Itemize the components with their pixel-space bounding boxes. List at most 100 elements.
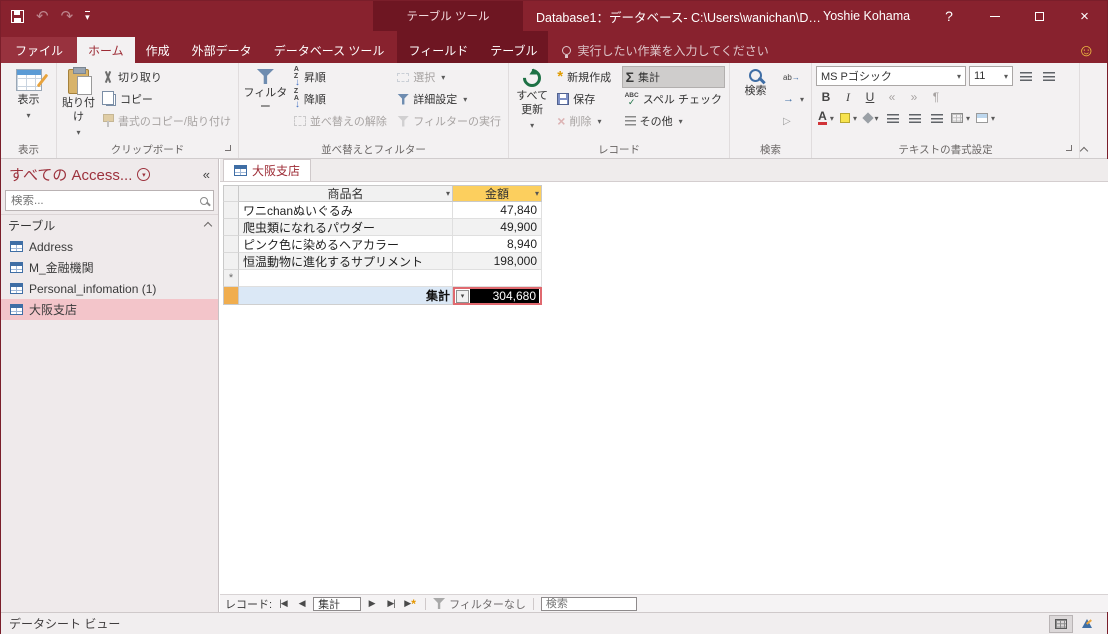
text-direction-button[interactable]: ¶ bbox=[926, 87, 946, 107]
nav-group-tables[interactable]: テーブル bbox=[1, 214, 218, 236]
cell-name[interactable]: 恒温動物に進化するサプリメント bbox=[239, 253, 453, 270]
align-left-button[interactable] bbox=[883, 108, 903, 128]
background-color-button[interactable] bbox=[861, 108, 881, 128]
advanced-filter-button[interactable]: 詳細設定 bbox=[394, 88, 504, 110]
tab-table[interactable]: テーブル bbox=[479, 37, 548, 63]
copy-button[interactable]: コピー bbox=[99, 88, 234, 110]
record-search-input[interactable] bbox=[545, 597, 632, 610]
new-record-button[interactable]: * 新規作成 bbox=[554, 66, 618, 88]
new-blank-record-button[interactable]: * bbox=[402, 596, 418, 612]
cell-amount[interactable]: 49,900 bbox=[453, 219, 542, 236]
align-center-button[interactable] bbox=[905, 108, 925, 128]
nav-search-box[interactable] bbox=[5, 190, 214, 211]
spelling-button[interactable]: ABC スペル チェック bbox=[622, 88, 725, 110]
tab-file[interactable]: ファイル bbox=[1, 37, 78, 63]
sort-ascending-button[interactable]: AZ 昇順 bbox=[291, 66, 391, 88]
nav-pane-title[interactable]: すべての Access... bbox=[9, 164, 132, 185]
save-record-button[interactable]: 保存 bbox=[554, 88, 618, 110]
maximize-button[interactable] bbox=[1017, 1, 1062, 31]
font-name-combo[interactable]: MS Pゴシック bbox=[816, 66, 966, 86]
record-selector[interactable] bbox=[223, 236, 239, 253]
column-header-name[interactable]: 商品名 ▾ bbox=[239, 185, 453, 202]
italic-button[interactable]: I bbox=[838, 87, 858, 107]
delete-record-button[interactable]: × 削除 bbox=[554, 110, 618, 132]
nav-pane-menu-icon[interactable]: ▾ bbox=[137, 168, 151, 181]
refresh-all-button[interactable]: すべて 更新 bbox=[513, 65, 551, 138]
close-button[interactable]: × bbox=[1062, 1, 1107, 31]
find-button[interactable]: 検索 bbox=[734, 66, 777, 138]
font-size-dropdown-icon[interactable] bbox=[998, 70, 1008, 82]
bold-button[interactable]: B bbox=[816, 87, 836, 107]
cell-amount[interactable]: 47,840 bbox=[453, 202, 542, 219]
tab-fields[interactable]: フィールド bbox=[397, 37, 479, 63]
last-record-button[interactable] bbox=[383, 596, 399, 612]
highlight-color-button[interactable] bbox=[838, 108, 859, 128]
sort-descending-button[interactable]: ZA 降順 bbox=[291, 88, 391, 110]
bullets-button[interactable] bbox=[1016, 66, 1036, 86]
cut-button[interactable]: 切り取り bbox=[99, 66, 234, 88]
gridlines-button[interactable] bbox=[949, 108, 972, 128]
save-icon[interactable] bbox=[11, 9, 24, 23]
select-button[interactable] bbox=[780, 110, 807, 132]
cell-name-empty[interactable] bbox=[239, 270, 453, 287]
goto-button[interactable] bbox=[780, 88, 807, 110]
totals-aggregate-dropdown-icon[interactable]: ▾ bbox=[456, 289, 469, 303]
font-size-combo[interactable]: 11 bbox=[969, 66, 1013, 86]
totals-value[interactable]: 304,680 bbox=[470, 289, 539, 303]
current-record-box[interactable]: 集計 bbox=[313, 596, 362, 611]
cell-name[interactable]: ワニchanぬいぐるみ bbox=[239, 202, 453, 219]
tab-external-data[interactable]: 外部データ bbox=[181, 37, 263, 63]
selection-button[interactable]: 選択 bbox=[394, 66, 504, 88]
view-button[interactable]: 表示 bbox=[5, 66, 52, 138]
column-filter-dropdown-icon[interactable]: ▾ bbox=[446, 189, 450, 198]
cell-amount[interactable]: 8,940 bbox=[453, 236, 542, 253]
design-view-button[interactable] bbox=[1075, 615, 1099, 633]
minimize-button[interactable] bbox=[972, 1, 1017, 31]
feedback-smiley-icon[interactable]: ☺ bbox=[1078, 42, 1095, 59]
font-name-dropdown-icon[interactable] bbox=[951, 70, 961, 82]
help-button[interactable]: ? bbox=[929, 1, 969, 31]
underline-button[interactable]: U bbox=[860, 87, 880, 107]
record-selector[interactable] bbox=[223, 219, 239, 236]
tell-me-box[interactable]: 実行したい作業を入力してください bbox=[562, 37, 769, 63]
decrease-indent-button[interactable]: « bbox=[882, 87, 902, 107]
totals-button[interactable]: Σ 集計 bbox=[621, 66, 725, 88]
next-record-button[interactable] bbox=[364, 596, 380, 612]
nav-item-m-kinyukikan[interactable]: M_金融機関 bbox=[1, 257, 218, 278]
totals-label-cell[interactable]: 集計 bbox=[239, 287, 453, 305]
column-filter-dropdown-icon[interactable]: ▾ bbox=[535, 189, 539, 198]
nav-search-input[interactable] bbox=[11, 194, 196, 207]
paste-button[interactable]: 貼り付け bbox=[61, 66, 96, 138]
font-color-button[interactable]: A bbox=[816, 108, 836, 128]
format-painter-button[interactable]: 書式のコピー/貼り付け bbox=[99, 110, 234, 132]
new-record-selector[interactable]: * bbox=[223, 270, 239, 287]
toggle-filter-button[interactable]: フィルターの実行 bbox=[394, 110, 504, 132]
text-formatting-dialog-launcher[interactable] bbox=[1066, 145, 1076, 155]
tab-database-tools[interactable]: データベース ツール bbox=[263, 37, 396, 63]
cell-amount[interactable]: 198,000 bbox=[453, 253, 542, 270]
customize-qat-icon[interactable]: ▾ bbox=[85, 10, 90, 22]
nav-item-osaka-shiten[interactable]: 大阪支店 bbox=[1, 299, 218, 320]
datasheet-view-button[interactable] bbox=[1049, 614, 1073, 633]
alternate-row-color-button[interactable] bbox=[974, 108, 997, 128]
record-selector[interactable] bbox=[223, 202, 239, 219]
align-right-button[interactable] bbox=[927, 108, 947, 128]
nav-item-personal-infomation[interactable]: Personal_infomation (1) bbox=[1, 278, 218, 299]
column-header-amount[interactable]: 金額 ▾ bbox=[453, 185, 542, 202]
more-records-button[interactable]: その他 bbox=[622, 110, 725, 132]
collapse-ribbon-button[interactable] bbox=[1079, 143, 1093, 156]
clipboard-dialog-launcher[interactable] bbox=[225, 145, 235, 155]
increase-indent-button[interactable]: » bbox=[904, 87, 924, 107]
document-tab-osaka-shiten[interactable]: 大阪支店 bbox=[223, 159, 312, 181]
nav-item-address[interactable]: Address bbox=[1, 236, 218, 257]
tab-create[interactable]: 作成 bbox=[135, 37, 181, 63]
totals-record-selector[interactable] bbox=[223, 287, 239, 305]
remove-sort-button[interactable]: 並べ替えの解除 bbox=[291, 110, 391, 132]
cell-amount-empty[interactable] bbox=[453, 270, 542, 287]
collapse-pane-icon[interactable]: « bbox=[203, 167, 210, 182]
cell-name[interactable]: ピンク色に染めるヘアカラー bbox=[239, 236, 453, 253]
totals-amount-cell[interactable]: ▾ 304,680 bbox=[453, 287, 542, 305]
numbering-button[interactable] bbox=[1039, 66, 1059, 86]
filter-button[interactable]: フィルター bbox=[243, 66, 288, 138]
previous-record-button[interactable] bbox=[294, 596, 310, 612]
